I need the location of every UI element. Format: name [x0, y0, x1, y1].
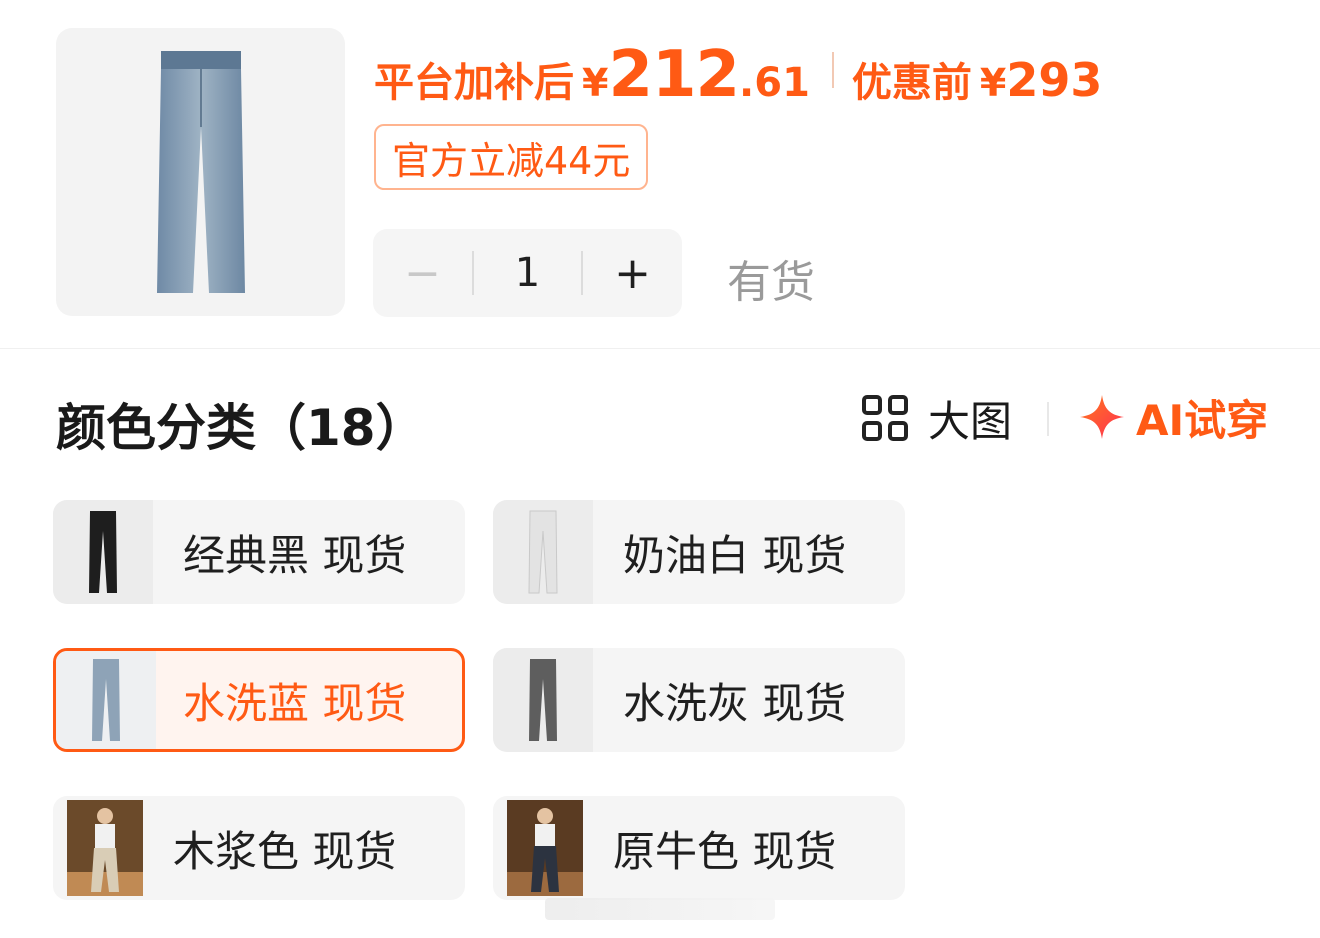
white-jeans-icon [528, 510, 558, 594]
model-photo-beige [67, 800, 143, 896]
discount-tag: 官方立减44元 [374, 124, 649, 190]
increase-button[interactable]: + [583, 229, 682, 317]
variant-label: 原牛色 现货 [613, 826, 837, 876]
sparkle-icon [1080, 395, 1124, 439]
variant-option[interactable]: 经典黑 现货 [53, 500, 465, 604]
decrease-button[interactable]: − [373, 229, 472, 317]
jeans-product-photo [156, 51, 245, 293]
variant-label: 奶油白 现货 [623, 530, 847, 580]
divider [0, 348, 1320, 349]
price-row: 平台加补后 ¥ 212 .61 优惠前 ¥ 293 [374, 38, 1102, 112]
model-photo-raw-denim [507, 800, 583, 896]
variant-option[interactable]: 水洗灰 现货 [493, 648, 905, 752]
color-category-title: 颜色分类（18） [56, 399, 426, 457]
stock-status: 有货 [727, 257, 815, 308]
subsidy-price-integer: 212 [608, 38, 740, 112]
variant-label: 水洗灰 现货 [623, 678, 847, 728]
currency-symbol: ¥ [582, 61, 609, 105]
variant-option[interactable]: 原牛色 现货 [493, 796, 905, 900]
variant-option-selected[interactable]: 水洗蓝 现货 [53, 648, 465, 752]
ai-try-on-label: AI试穿 [1136, 395, 1269, 445]
price-separator [831, 52, 834, 88]
original-price: 293 [1006, 53, 1103, 107]
original-price-label: 优惠前 [851, 60, 972, 106]
subsidy-price-label: 平台加补后 [374, 60, 574, 106]
ai-try-on-button[interactable]: AI试穿 [1078, 390, 1268, 445]
quantity-stepper: − 1 + [373, 229, 682, 317]
variant-label: 木浆色 现货 [173, 826, 397, 876]
original-currency-symbol: ¥ [979, 61, 1007, 105]
variant-thumbnail [493, 648, 593, 752]
product-image[interactable] [56, 28, 345, 316]
variant-thumbnail [493, 500, 593, 604]
black-jeans-icon [89, 511, 117, 593]
variant-option[interactable]: 木浆色 现货 [53, 796, 465, 900]
subsidy-price-decimal: .61 [739, 60, 810, 106]
big-image-button[interactable]: 大图 [862, 392, 1012, 446]
variant-option[interactable]: 奶油白 现货 [493, 500, 905, 604]
grid-icon [862, 395, 908, 441]
quantity-value[interactable]: 1 [474, 229, 581, 317]
washed-blue-jeans-icon [92, 659, 120, 741]
variant-label: 经典黑 现货 [183, 530, 407, 580]
washed-grey-jeans-icon [529, 659, 557, 741]
variant-thumbnail [53, 500, 153, 604]
watermark [545, 898, 775, 920]
variant-thumbnail [56, 651, 156, 749]
variant-label: 水洗蓝 现货 [183, 678, 407, 728]
header-separator [1047, 402, 1049, 436]
big-image-label: 大图 [928, 396, 1013, 446]
